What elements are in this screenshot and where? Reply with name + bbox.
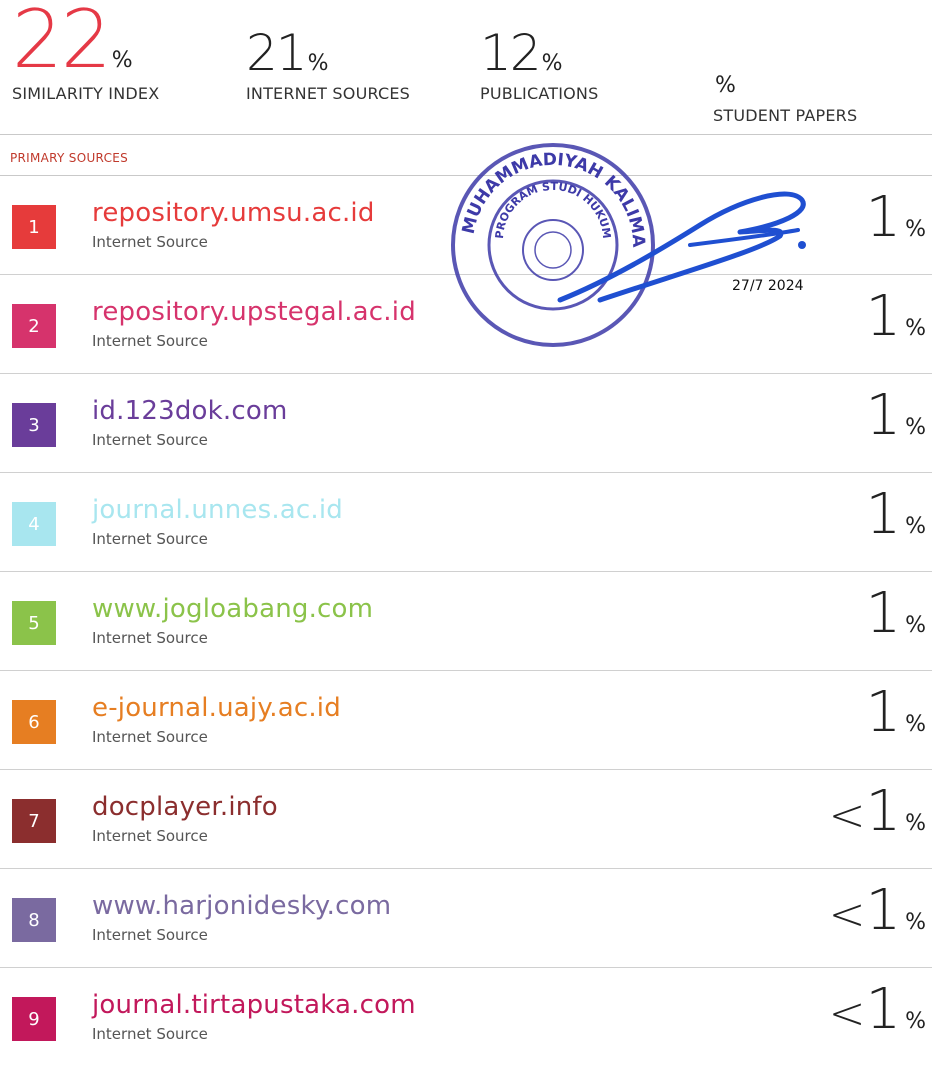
student-papers-label: STUDENT PAPERS: [713, 106, 858, 125]
score-unit: %: [905, 613, 926, 638]
source-name[interactable]: journal.tirtapustaka.com: [92, 990, 416, 1020]
source-score: 1%: [865, 388, 926, 444]
similarity-index-stat: 22% SIMILARITY INDEX: [12, 0, 159, 103]
score-unit: %: [905, 514, 926, 539]
similarity-summary: 22% SIMILARITY INDEX 21% INTERNET SOURCE…: [0, 0, 932, 130]
source-type: Internet Source: [92, 233, 208, 251]
student-papers-stat: % STUDENT PAPERS: [713, 50, 858, 126]
source-rank-badge: 3: [12, 403, 56, 447]
source-rank-badge: 9: [12, 997, 56, 1041]
source-row[interactable]: 6 e-journal.uajy.ac.id Internet Source 1…: [0, 671, 932, 770]
score-value: 1: [865, 482, 902, 547]
score-unit: %: [905, 415, 926, 440]
internet-sources-stat: 21% INTERNET SOURCES: [246, 28, 410, 103]
source-rank-badge: 8: [12, 898, 56, 942]
source-score: 1%: [865, 685, 926, 741]
source-row[interactable]: 1 repository.umsu.ac.id Internet Source …: [0, 176, 932, 275]
source-rank-badge: 2: [12, 304, 56, 348]
score-prefix: <: [828, 889, 866, 940]
score-unit: %: [905, 712, 926, 737]
source-score: <1%: [829, 883, 926, 939]
source-name[interactable]: journal.unnes.ac.id: [92, 495, 343, 525]
source-type: Internet Source: [92, 530, 208, 548]
similarity-index-label: SIMILARITY INDEX: [12, 84, 160, 103]
source-name[interactable]: docplayer.info: [92, 792, 278, 822]
source-rank-badge: 7: [12, 799, 56, 843]
student-papers-unit: %: [715, 73, 736, 98]
source-name[interactable]: www.jogloabang.com: [92, 594, 373, 624]
source-name[interactable]: e-journal.uajy.ac.id: [92, 693, 341, 723]
publications-value: 12: [480, 24, 542, 82]
source-rank-badge: 4: [12, 502, 56, 546]
source-score: <1%: [829, 784, 926, 840]
source-rank-badge: 5: [12, 601, 56, 645]
source-type: Internet Source: [92, 1025, 208, 1043]
source-name[interactable]: www.harjonidesky.com: [92, 891, 391, 921]
internet-sources-label: INTERNET SOURCES: [246, 84, 411, 103]
source-row[interactable]: 3 id.123dok.com Internet Source 1%: [0, 374, 932, 473]
source-score: 1%: [865, 190, 926, 246]
source-score: <1%: [829, 982, 926, 1038]
score-value: 1: [865, 284, 902, 349]
source-name[interactable]: repository.upstegal.ac.id: [92, 297, 416, 327]
source-row[interactable]: 4 journal.unnes.ac.id Internet Source 1%: [0, 473, 932, 572]
score-unit: %: [905, 316, 926, 341]
source-name[interactable]: id.123dok.com: [92, 396, 287, 426]
similarity-index-unit: %: [111, 48, 133, 73]
internet-sources-value: 21: [246, 24, 308, 82]
source-type: Internet Source: [92, 827, 208, 845]
source-row[interactable]: 8 www.harjonidesky.com Internet Source <…: [0, 869, 932, 968]
score-unit: %: [905, 217, 926, 242]
publications-label: PUBLICATIONS: [480, 84, 599, 103]
score-value: 1: [865, 581, 902, 646]
source-rank-badge: 1: [12, 205, 56, 249]
source-row[interactable]: 2 repository.upstegal.ac.id Internet Sou…: [0, 275, 932, 374]
score-value: 1: [865, 878, 902, 943]
source-row[interactable]: 9 journal.tirtapustaka.com Internet Sour…: [0, 968, 932, 1066]
score-value: 1: [865, 185, 902, 250]
source-score: 1%: [865, 586, 926, 642]
score-unit: %: [905, 811, 926, 836]
score-prefix: <: [828, 988, 866, 1039]
source-type: Internet Source: [92, 431, 208, 449]
score-unit: %: [905, 910, 926, 935]
similarity-index-value: 22: [12, 0, 112, 86]
source-type: Internet Source: [92, 629, 208, 647]
source-type: Internet Source: [92, 926, 208, 944]
source-score: 1%: [865, 289, 926, 345]
primary-sources-heading: PRIMARY SOURCES: [10, 151, 129, 165]
score-value: 1: [865, 680, 902, 745]
divider: [0, 134, 932, 135]
score-prefix: <: [828, 790, 866, 841]
source-row[interactable]: 5 www.jogloabang.com Internet Source 1%: [0, 572, 932, 671]
source-name[interactable]: repository.umsu.ac.id: [92, 198, 375, 228]
source-score: 1%: [865, 487, 926, 543]
score-value: 1: [865, 977, 902, 1042]
publications-stat: 12% PUBLICATIONS: [480, 28, 598, 103]
score-unit: %: [905, 1009, 926, 1034]
score-value: 1: [865, 383, 902, 448]
source-rank-badge: 6: [12, 700, 56, 744]
source-row[interactable]: 7 docplayer.info Internet Source <1%: [0, 770, 932, 869]
score-value: 1: [865, 779, 902, 844]
publications-unit: %: [541, 51, 563, 76]
source-type: Internet Source: [92, 728, 208, 746]
internet-sources-unit: %: [307, 51, 329, 76]
primary-sources-list: 1 repository.umsu.ac.id Internet Source …: [0, 176, 932, 1066]
source-type: Internet Source: [92, 332, 208, 350]
